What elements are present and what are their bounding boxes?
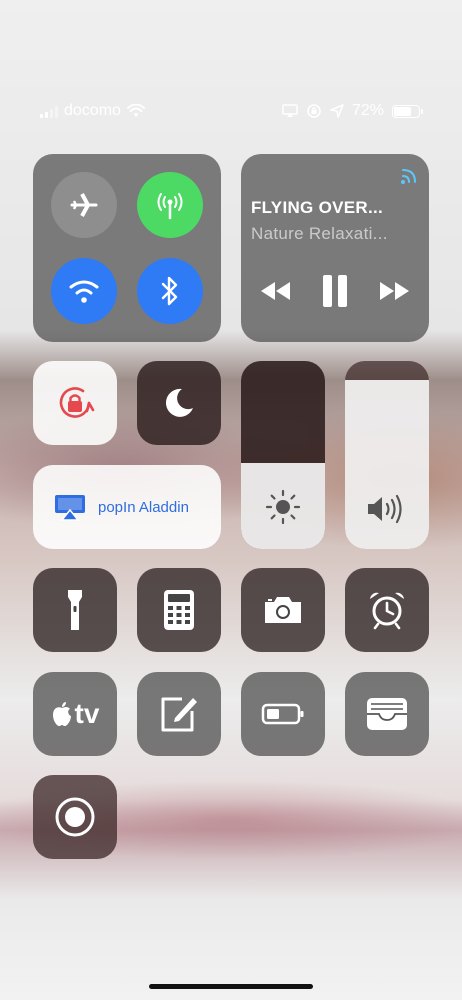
calculator-button[interactable] [137, 568, 221, 652]
now-playing-subtitle: Nature Relaxati... [251, 224, 388, 243]
wallet-icon [367, 698, 407, 730]
notes-icon [161, 697, 197, 732]
status-bar: docomo 72% [0, 100, 462, 124]
airplay-screen-icon [55, 495, 85, 521]
now-playing-tile[interactable]: FLYING OVER... Nature Relaxati... [241, 154, 429, 342]
antenna-icon [157, 193, 183, 220]
apple-tv-remote-button[interactable]: tv [33, 672, 117, 756]
battery-percent: 72% [351, 102, 384, 119]
airplane-icon [70, 193, 98, 217]
airplay-audio-icon[interactable] [397, 164, 419, 186]
notes-button[interactable] [137, 672, 221, 756]
brightness-icon [265, 489, 301, 525]
location-icon [330, 104, 344, 118]
orientation-lock-icon [59, 387, 95, 418]
status-right: 72% [282, 102, 423, 120]
battery-low-power-icon [261, 703, 304, 725]
now-playing-title: FLYING OVER... [251, 198, 384, 217]
bluetooth-icon [161, 276, 178, 306]
screen-mirroring-button[interactable]: popIn Aladdin [33, 465, 221, 549]
carrier-label: docomo [64, 102, 121, 119]
record-icon [55, 797, 95, 837]
do-not-disturb-button[interactable] [137, 361, 221, 445]
screen-mirroring-icon [282, 104, 298, 117]
brightness-slider[interactable] [241, 361, 325, 549]
speaker-icon [368, 494, 402, 524]
battery-icon [392, 104, 423, 118]
connectivity-tile [33, 154, 221, 342]
wifi-icon [69, 280, 99, 303]
rewind-button[interactable] [259, 280, 293, 302]
pause-button[interactable] [321, 274, 349, 308]
apple-tv-label: tv [74, 698, 100, 729]
status-left: docomo [40, 102, 145, 120]
apple-logo-icon [52, 702, 71, 726]
orientation-lock-button[interactable] [33, 361, 117, 445]
airplane-mode-button[interactable] [51, 172, 117, 238]
calculator-icon [164, 590, 194, 630]
cellular-signal-icon [40, 104, 58, 118]
low-power-mode-button[interactable] [241, 672, 325, 756]
alarm-icon [370, 592, 404, 630]
bluetooth-button[interactable] [137, 258, 203, 324]
camera-button[interactable] [241, 568, 325, 652]
screen-recording-button[interactable] [33, 775, 117, 859]
flashlight-button[interactable] [33, 568, 117, 652]
alarm-button[interactable] [345, 568, 429, 652]
camera-icon [265, 597, 301, 623]
fast-forward-button[interactable] [377, 280, 411, 302]
home-indicator[interactable] [149, 984, 313, 989]
flashlight-icon [68, 590, 82, 630]
rotation-lock-status-icon [307, 104, 321, 118]
mirroring-device-label: popIn Aladdin [98, 499, 189, 516]
wifi-status-icon [126, 104, 145, 117]
wallet-button[interactable] [345, 672, 429, 756]
moon-icon [165, 388, 193, 417]
wifi-button[interactable] [51, 258, 117, 324]
volume-slider[interactable] [345, 361, 429, 549]
cellular-data-button[interactable] [137, 172, 203, 238]
